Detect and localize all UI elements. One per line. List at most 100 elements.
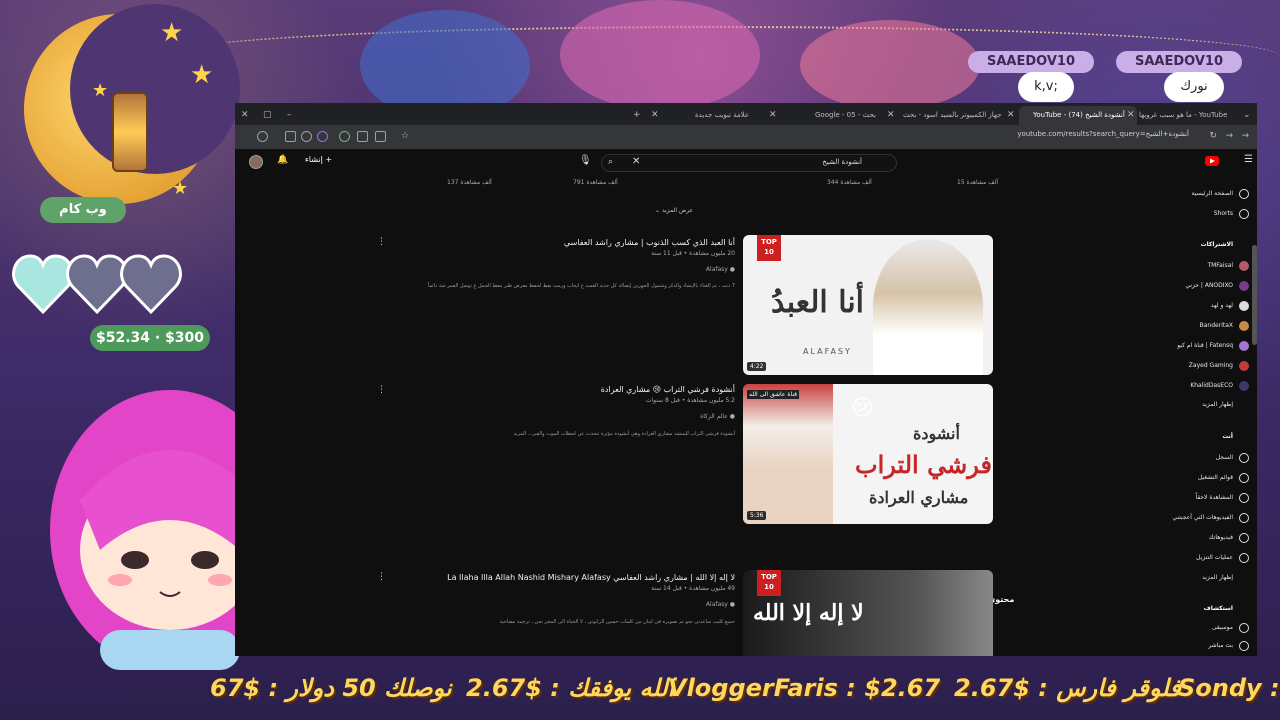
duration-badge: 4:22 <box>747 362 767 371</box>
extension-icon[interactable] <box>301 131 312 142</box>
close-tab-icon[interactable]: ✕ <box>769 106 777 125</box>
show-more-you[interactable]: إظهار المزيد <box>1202 574 1233 581</box>
sidebar-item-downloads[interactable]: عمليات التنزيل <box>1196 554 1233 561</box>
extension-icon[interactable] <box>285 131 296 142</box>
create-button[interactable]: إنشاء + <box>305 155 332 164</box>
search-input[interactable]: أنشودة الشيخ <box>822 158 862 166</box>
channel-name[interactable]: عالم الزكاة ● <box>700 413 735 420</box>
thumbnail-caption: لا إله إلا الله <box>753 600 864 626</box>
show-more-subscriptions[interactable]: إظهار المزيد <box>1202 401 1233 408</box>
more-options-icon[interactable]: ⋮ <box>377 237 386 247</box>
home-icon <box>1239 189 1249 199</box>
clear-search-icon[interactable]: ✕ <box>632 156 640 167</box>
scrollbar[interactable] <box>1252 245 1257 345</box>
heart-icon <box>66 254 128 315</box>
background-character <box>560 0 760 110</box>
chevron-down-icon[interactable]: ⌄ <box>1243 106 1251 125</box>
video-meta: 20 مليون مشاهدة • قبل 11 سنة <box>651 250 735 257</box>
search-icon[interactable]: ⌕ <box>608 157 613 167</box>
avatar[interactable] <box>249 155 263 169</box>
subscription-item[interactable]: TMFaisal <box>1207 262 1233 269</box>
sidebar-item-history[interactable]: السجل <box>1216 454 1233 461</box>
thumbnail-line: مشاري العرادة <box>869 488 969 507</box>
minimize-icon[interactable]: – <box>287 106 292 125</box>
sidebar-item-liked[interactable]: الفيديوهات التي أعجبتني <box>1172 514 1233 521</box>
extension-icon[interactable] <box>339 131 350 142</box>
sidebar-item-your-videos[interactable]: فيديوهاتك <box>1209 534 1233 541</box>
donation-ticker: 67$ : نوصلك 50 دولار 2.67$ : الله يوفقك … <box>0 668 1280 710</box>
extension-icon[interactable] <box>317 131 328 142</box>
bookmark-star-icon[interactable]: ☆ <box>401 127 409 146</box>
new-tab-icon[interactable]: + <box>633 106 641 125</box>
video-thumbnail[interactable]: قناة عاشق الى الله 😢 أنشودة فرشي التراب … <box>743 384 993 524</box>
tab-youtube-active[interactable]: YouTube - أنشودة الشيخ (74) <box>1019 106 1137 125</box>
chat-username: SAAEDOV10 <box>1116 51 1242 73</box>
video-thumbnail[interactable]: TOP 10 أنا العبدُ ALAFASY 4:22 <box>743 235 993 375</box>
thumbnail-person <box>743 384 833 524</box>
subscription-item[interactable]: لهد و لهد <box>1211 302 1233 309</box>
video-title[interactable]: أنا العبد الذي كسب الذنوب | مشاري راشد ا… <box>564 238 735 247</box>
back-icon[interactable]: → <box>1241 127 1249 146</box>
close-tab-icon[interactable]: ✕ <box>1127 106 1135 125</box>
url-field[interactable]: youtube.com/results?search_query=أنشودة+… <box>1017 130 1189 138</box>
close-tab-icon[interactable]: ✕ <box>887 106 895 125</box>
video-meta: 49 مليون مشاهدة • قبل 14 سنة <box>651 585 735 592</box>
close-tab-icon[interactable]: ✕ <box>1007 106 1015 125</box>
sidebar-item-home[interactable]: الصفحة الرئيسية <box>1192 190 1233 197</box>
tab-new[interactable]: علامة تبويب جديدة <box>695 106 805 125</box>
clock-icon <box>1239 493 1249 503</box>
webcam-badge: وب كام <box>40 197 126 223</box>
close-window-icon[interactable]: ✕ <box>241 106 249 125</box>
profile-icon[interactable] <box>257 131 268 142</box>
tab-youtube[interactable]: ما هو سبب غروبها - YouTube <box>1139 106 1239 125</box>
show-more-label: عرض المزيد <box>661 207 694 214</box>
video-title[interactable]: لا إله إلا الله | مشاري راشد العفاسي La … <box>447 573 735 582</box>
restore-icon[interactable]: ▢ <box>263 106 272 125</box>
sidebar-item-playlists[interactable]: قوائم التشغيل <box>1198 474 1233 481</box>
channel-name[interactable]: Alafasy ● <box>706 601 735 608</box>
menu-icon[interactable]: ☰ <box>1244 154 1253 165</box>
youtube-logo[interactable] <box>1205 155 1235 167</box>
more-options-icon[interactable]: ⋮ <box>377 572 386 582</box>
show-more-button[interactable]: ⌄ عرض المزيد <box>655 207 693 214</box>
hearts-meter <box>12 254 182 315</box>
thumbnail-caption: أنا العبدُ <box>771 285 865 320</box>
video-thumbnail[interactable]: TOP 10 لا إله إلا الله <box>743 570 993 656</box>
explore-heading: استكشاف <box>1203 605 1233 612</box>
avatar <box>1239 321 1249 331</box>
thumbnail-line: أنشودة <box>913 424 960 443</box>
subscriptions-heading[interactable]: الاشتراكات <box>1201 241 1233 248</box>
ticker-item: 2.67$ : الله يوفقك <box>466 674 675 702</box>
sidebar-item-shorts[interactable]: Shorts <box>1214 210 1233 217</box>
subscription-item[interactable]: Fatensq | قناة ام كيو <box>1177 342 1233 349</box>
donation-goal: $52.34 · $300 <box>90 325 210 351</box>
notifications-icon[interactable]: 🔔 <box>277 155 288 165</box>
sidebar-item-music[interactable]: موسيقى <box>1212 624 1233 631</box>
sidebar-item-watch-later[interactable]: المشاهدة لاحقاً <box>1195 494 1233 501</box>
subscription-item[interactable]: BanderitaX <box>1200 322 1233 329</box>
reload-icon[interactable]: ↻ <box>1209 127 1217 146</box>
more-options-icon[interactable]: ⋮ <box>377 385 386 395</box>
tab-search[interactable]: جهاز الكمبيوتر بالسيد اسود - بحث <box>903 106 1009 125</box>
channel-name[interactable]: Alafasy ● <box>706 266 735 273</box>
extension-icon[interactable] <box>375 131 386 142</box>
close-tab-icon[interactable]: ✕ <box>651 106 659 125</box>
subscription-item[interactable]: Zayed Gaming <box>1189 362 1233 369</box>
subscription-item[interactable]: ANODIXO | حزني <box>1185 282 1233 289</box>
video-title[interactable]: أنشودة فرشي التراب 😢 مشاري العرادة <box>601 385 735 394</box>
sidebar-item-live[interactable]: بث مباشر <box>1208 642 1233 649</box>
search-box[interactable]: ⌕ ✕ أنشودة الشيخ <box>601 154 897 172</box>
video-icon <box>1239 533 1249 543</box>
video-description: 7 ذنب ، ثم الغناء بالإنشاد والذكر وشمول … <box>427 283 735 289</box>
like-icon <box>1239 513 1249 523</box>
extension-icon[interactable] <box>357 131 368 142</box>
mic-icon[interactable]: 🎙 <box>579 155 592 166</box>
you-heading[interactable]: أنت <box>1222 433 1233 440</box>
duration-badge: 5:36 <box>747 511 767 520</box>
browser-window: ✕ ▢ – + ✕ علامة تبويب جديدة ✕ Google - ب… <box>235 103 1257 656</box>
top10-badge: TOP 10 <box>757 235 781 261</box>
ticker-item: 2.67$ : فلوقر فارس <box>954 674 1181 702</box>
subscription-item[interactable]: KhalidDasECO <box>1190 382 1233 389</box>
forward-icon[interactable]: → <box>1225 127 1233 146</box>
tab-google[interactable]: Google - بحث - 05 <box>815 106 915 125</box>
